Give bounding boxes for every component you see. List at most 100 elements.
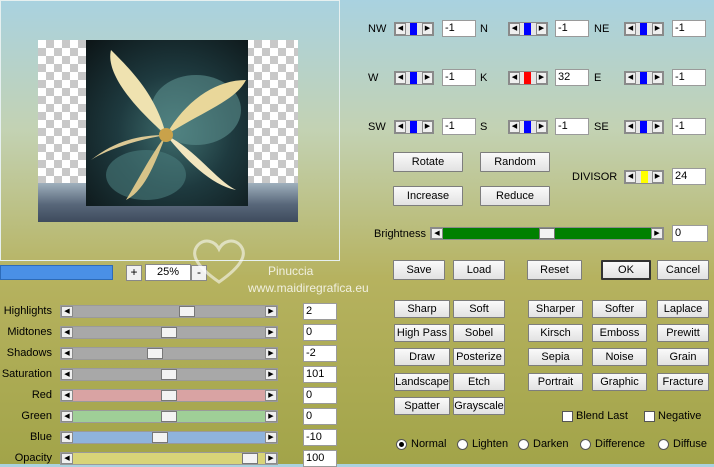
spinner-knob[interactable]: [410, 72, 417, 84]
slider-thumb[interactable]: [147, 348, 163, 359]
mode-diffuse-radio[interactable]: [658, 439, 669, 450]
preset-portrait-button[interactable]: Portrait: [528, 373, 583, 391]
slider-value-opacity[interactable]: 100: [303, 450, 337, 467]
preset-sepia-button[interactable]: Sepia: [528, 348, 583, 366]
matrix-spinner-nw[interactable]: ◀ ▶: [394, 22, 434, 36]
slider-thumb[interactable]: [161, 369, 177, 380]
arrow-left-icon[interactable]: ◀: [625, 72, 636, 84]
slider-thumb[interactable]: [161, 390, 177, 401]
mode-normal-radio[interactable]: [396, 439, 407, 450]
cancel-button[interactable]: Cancel: [657, 260, 709, 280]
arrow-left-icon[interactable]: ◀: [61, 327, 73, 338]
ok-button[interactable]: OK: [601, 260, 651, 280]
arrow-right-icon[interactable]: ▶: [265, 411, 277, 422]
slider-saturation[interactable]: ◀ ▶: [60, 368, 278, 381]
matrix-spinner-ne[interactable]: ◀ ▶: [624, 22, 664, 36]
slider-value-midtones[interactable]: 0: [303, 324, 337, 341]
matrix-spinner-e[interactable]: ◀ ▶: [624, 71, 664, 85]
preset-high-pass-button[interactable]: High Pass: [394, 324, 450, 342]
spinner-knob[interactable]: [410, 121, 417, 133]
preset-sharper-button[interactable]: Sharper: [528, 300, 583, 318]
slider-value-shadows[interactable]: -2: [303, 345, 337, 362]
matrix-value-sw[interactable]: -1: [442, 118, 476, 135]
brightness-slider[interactable]: ◀ ▶: [430, 227, 664, 240]
arrow-right-icon[interactable]: ▶: [651, 228, 663, 239]
spinner-knob[interactable]: [640, 23, 647, 35]
matrix-value-w[interactable]: -1: [442, 69, 476, 86]
arrow-left-icon[interactable]: ◀: [61, 306, 73, 317]
slider-red[interactable]: ◀ ▶: [60, 389, 278, 402]
mode-difference-radio[interactable]: [580, 439, 591, 450]
matrix-value-s[interactable]: -1: [555, 118, 589, 135]
arrow-right-icon[interactable]: ▶: [536, 23, 547, 35]
preset-noise-button[interactable]: Noise: [592, 348, 647, 366]
slider-green[interactable]: ◀ ▶: [60, 410, 278, 423]
slider-thumb[interactable]: [161, 327, 177, 338]
preset-grain-button[interactable]: Grain: [657, 348, 709, 366]
arrow-right-icon[interactable]: ▶: [265, 432, 277, 443]
preset-graphic-button[interactable]: Graphic: [592, 373, 647, 391]
preset-prewitt-button[interactable]: Prewitt: [657, 324, 709, 342]
negative-checkbox[interactable]: [644, 411, 655, 422]
arrow-left-icon[interactable]: ◀: [61, 411, 73, 422]
preset-draw-button[interactable]: Draw: [394, 348, 450, 366]
slider-value-blue[interactable]: -10: [303, 429, 337, 446]
arrow-left-icon[interactable]: ◀: [61, 390, 73, 401]
arrow-right-icon[interactable]: ▶: [652, 72, 663, 84]
arrow-right-icon[interactable]: ▶: [652, 171, 663, 183]
arrow-right-icon[interactable]: ▶: [422, 72, 433, 84]
slider-midtones[interactable]: ◀ ▶: [60, 326, 278, 339]
reduce-button[interactable]: Reduce: [480, 186, 550, 206]
spinner-knob[interactable]: [640, 72, 647, 84]
arrow-right-icon[interactable]: ▶: [422, 121, 433, 133]
arrow-right-icon[interactable]: ▶: [265, 306, 277, 317]
slider-opacity[interactable]: ◀ ▶: [60, 452, 278, 465]
matrix-spinner-n[interactable]: ◀ ▶: [508, 22, 548, 36]
brightness-thumb[interactable]: [539, 228, 555, 239]
blend-last-checkbox[interactable]: [562, 411, 573, 422]
preset-etch-button[interactable]: Etch: [453, 373, 505, 391]
divisor-knob[interactable]: [641, 171, 648, 183]
arrow-left-icon[interactable]: ◀: [61, 369, 73, 380]
matrix-spinner-sw[interactable]: ◀ ▶: [394, 120, 434, 134]
matrix-spinner-w[interactable]: ◀ ▶: [394, 71, 434, 85]
spinner-knob[interactable]: [640, 121, 647, 133]
arrow-right-icon[interactable]: ▶: [422, 23, 433, 35]
load-button[interactable]: Load: [453, 260, 505, 280]
arrow-left-icon[interactable]: ◀: [509, 121, 520, 133]
matrix-spinner-k[interactable]: ◀ ▶: [508, 71, 548, 85]
arrow-right-icon[interactable]: ▶: [265, 369, 277, 380]
matrix-value-ne[interactable]: -1: [672, 20, 706, 37]
preset-sharp-button[interactable]: Sharp: [394, 300, 450, 318]
arrow-right-icon[interactable]: ▶: [265, 327, 277, 338]
preset-posterize-button[interactable]: Posterize: [453, 348, 505, 366]
arrow-left-icon[interactable]: ◀: [395, 121, 406, 133]
slider-thumb[interactable]: [161, 411, 177, 422]
preset-soft-button[interactable]: Soft: [453, 300, 505, 318]
matrix-value-k[interactable]: 32: [555, 69, 589, 86]
zoom-in-button[interactable]: +: [126, 265, 142, 281]
spinner-knob[interactable]: [524, 23, 531, 35]
save-button[interactable]: Save: [393, 260, 445, 280]
preset-kirsch-button[interactable]: Kirsch: [528, 324, 583, 342]
arrow-right-icon[interactable]: ▶: [265, 348, 277, 359]
arrow-left-icon[interactable]: ◀: [625, 121, 636, 133]
arrow-right-icon[interactable]: ▶: [652, 23, 663, 35]
arrow-left-icon[interactable]: ◀: [61, 348, 73, 359]
brightness-value[interactable]: 0: [672, 225, 708, 242]
rotate-button[interactable]: Rotate: [393, 152, 463, 172]
divisor-value[interactable]: 24: [672, 168, 706, 185]
slider-value-green[interactable]: 0: [303, 408, 337, 425]
slider-value-red[interactable]: 0: [303, 387, 337, 404]
slider-highlights[interactable]: ◀ ▶: [60, 305, 278, 318]
preset-spatter-button[interactable]: Spatter: [394, 397, 450, 415]
arrow-right-icon[interactable]: ▶: [536, 72, 547, 84]
arrow-right-icon[interactable]: ▶: [265, 453, 277, 464]
matrix-spinner-se[interactable]: ◀ ▶: [624, 120, 664, 134]
arrow-right-icon[interactable]: ▶: [536, 121, 547, 133]
arrow-right-icon[interactable]: ▶: [265, 390, 277, 401]
matrix-value-n[interactable]: -1: [555, 20, 589, 37]
arrow-left-icon[interactable]: ◀: [509, 72, 520, 84]
matrix-value-e[interactable]: -1: [672, 69, 706, 86]
preset-softer-button[interactable]: Softer: [592, 300, 647, 318]
